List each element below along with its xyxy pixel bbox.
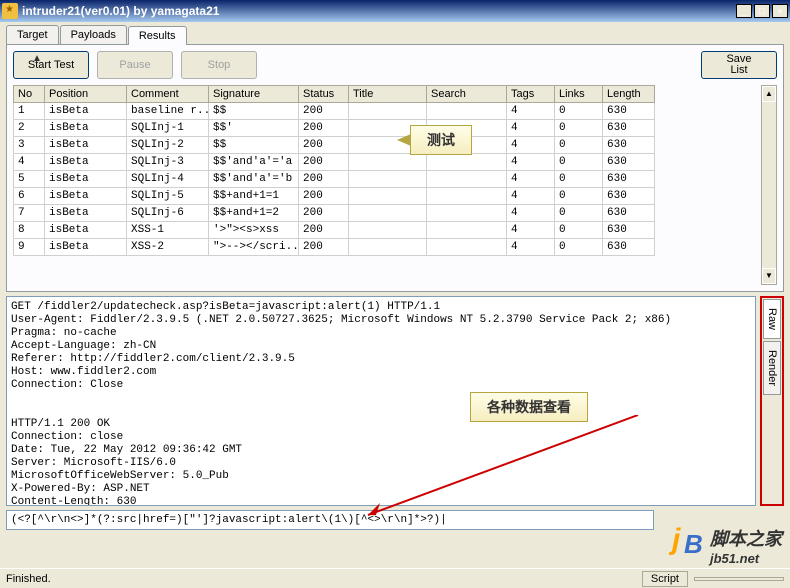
grid-scrollbar[interactable]: ▲ ▼ xyxy=(761,85,777,285)
maximize-button[interactable]: □ xyxy=(754,4,770,18)
start-test-button[interactable]: Start Test xyxy=(13,51,89,79)
raw-response-pane[interactable]: GET /fiddler2/updatecheck.asp?isBeta=jav… xyxy=(6,296,756,506)
window-title: intruder21(ver0.01) by yamagata21 xyxy=(22,4,734,18)
scroll-up-icon[interactable]: ▲ xyxy=(762,86,776,102)
view-tabs: Raw Render xyxy=(760,296,784,506)
toolbar: Start Test Pause Stop Save List xyxy=(13,51,777,79)
table-row[interactable]: 2isBetaSQLInj-1$$'20040630 xyxy=(13,120,761,137)
table-row[interactable]: 1isBetabaseline r...$$20040630 xyxy=(13,103,761,120)
callout-test: 测试 xyxy=(410,125,472,155)
status-well xyxy=(694,577,784,581)
col-search[interactable]: Search xyxy=(427,85,507,103)
status-text: Finished. xyxy=(6,573,51,585)
status-script: Script xyxy=(642,571,688,587)
jb-logo-icon xyxy=(672,529,706,563)
table-row[interactable]: 4isBetaSQLInj-3$$'and'a'='a20040630 xyxy=(13,154,761,171)
table-row[interactable]: 3isBetaSQLInj-2$$20040630 xyxy=(13,137,761,154)
col-status[interactable]: Status xyxy=(299,85,349,103)
table-row[interactable]: 5isBetaSQLInj-4$$'and'a'='b20040630 xyxy=(13,171,761,188)
tab-target[interactable]: Target xyxy=(6,25,59,44)
table-row[interactable]: 8isBetaXSS-1'>"><s>xss20040630 xyxy=(13,222,761,239)
vtab-raw[interactable]: Raw xyxy=(763,299,781,339)
results-panel: Start Test Pause Stop Save List No Posit… xyxy=(6,44,784,292)
close-button[interactable]: × xyxy=(772,4,788,18)
regex-search-input[interactable] xyxy=(6,510,654,530)
table-row[interactable]: 9isBetaXSS-2">--></scri...20040630 xyxy=(13,239,761,256)
col-comment[interactable]: Comment xyxy=(127,85,209,103)
vtab-render[interactable]: Render xyxy=(763,341,781,395)
grid-header[interactable]: No Position Comment Signature Status Tit… xyxy=(13,85,761,103)
callout-dataview: 各种数据查看 xyxy=(470,392,588,422)
col-signature[interactable]: Signature xyxy=(209,85,299,103)
col-title[interactable]: Title xyxy=(349,85,427,103)
col-length[interactable]: Length xyxy=(603,85,655,103)
status-bar: Finished. Script xyxy=(0,568,790,588)
watermark: 脚本之家 jb51.net xyxy=(672,525,782,566)
table-row[interactable]: 7isBetaSQLInj-6$$+and+1=220040630 xyxy=(13,205,761,222)
stop-button[interactable]: Stop xyxy=(181,51,257,79)
app-icon xyxy=(2,3,18,19)
tab-strip: Target Payloads Results xyxy=(6,25,784,44)
save-list-button[interactable]: Save List xyxy=(701,51,777,79)
results-grid[interactable]: No Position Comment Signature Status Tit… xyxy=(13,85,761,285)
col-links[interactable]: Links xyxy=(555,85,603,103)
pause-button[interactable]: Pause xyxy=(97,51,173,79)
table-row[interactable]: 6isBetaSQLInj-5$$+and+1=120040630 xyxy=(13,188,761,205)
tab-results[interactable]: Results xyxy=(128,26,187,45)
tab-payloads[interactable]: Payloads xyxy=(60,25,127,44)
title-bar: intruder21(ver0.01) by yamagata21 _ □ × xyxy=(0,0,790,22)
scroll-down-icon[interactable]: ▼ xyxy=(762,268,776,284)
col-no[interactable]: No xyxy=(13,85,45,103)
col-tags[interactable]: Tags xyxy=(507,85,555,103)
minimize-button[interactable]: _ xyxy=(736,4,752,18)
col-position[interactable]: Position xyxy=(45,85,127,103)
